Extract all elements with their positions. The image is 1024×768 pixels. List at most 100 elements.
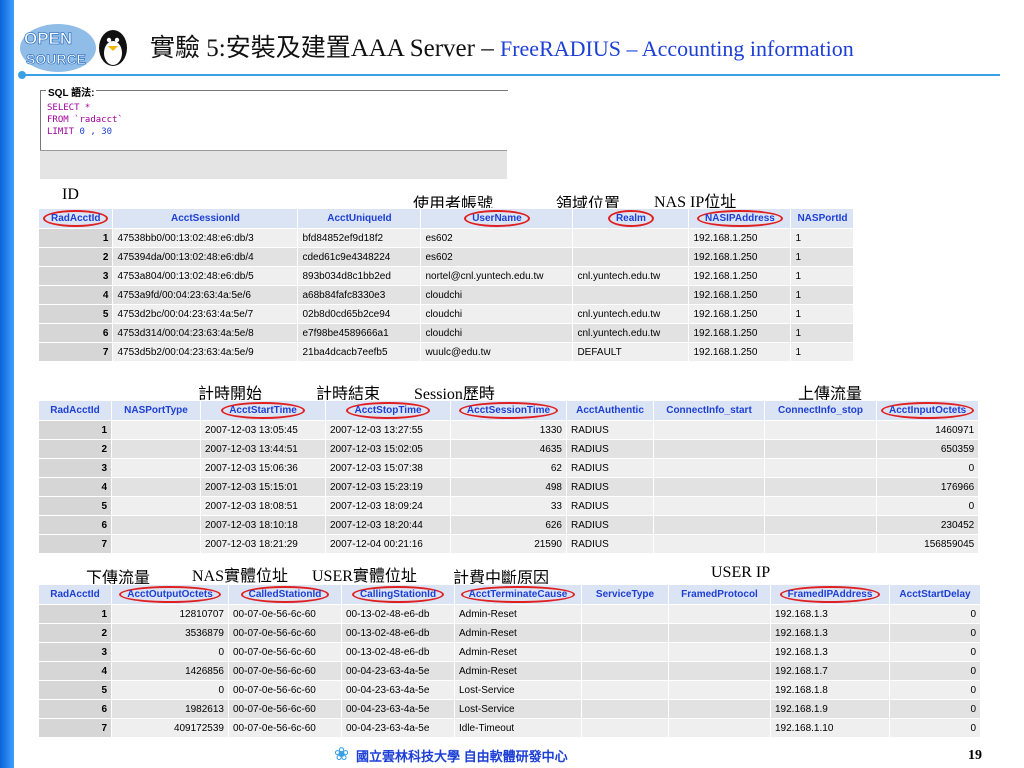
table-row: 1 47538bb0/00:13:02:48:e6:db/3 bfd84852ef9… [37,228,855,248]
cell-nasipaddress: 192.168.1.250 [688,266,792,286]
col-header-acctuniqueid[interactable]: AcctUniqueId [297,208,422,229]
cell-acctoutputoctets: 0 [111,680,229,700]
cell-framedprotocol [668,661,771,681]
cell-acctsessiontime: 498 [450,477,567,497]
cell-acctstartdelay: 0 [889,718,981,738]
cell-realm: cnl.yuntech.edu.tw [572,304,690,324]
col-header-acctstarttime[interactable]: AcctStartTime [200,400,326,421]
col-header-acctstartdelay[interactable]: AcctStartDelay [889,584,981,605]
col-header-radacctid[interactable]: RadAcctId [37,208,114,229]
cell-acctinputoctets: 0 [875,496,980,516]
sql-line-2: FROM `radacct` [47,115,123,125]
snowflake-icon: ❀ [334,744,350,764]
col-header-calledstationid[interactable]: CalledStationId [228,584,342,605]
sql-limit-keyword: LIMIT [47,127,80,137]
table-row: 7 2007-12-03 18:21:29 2007-12-04 00:21:16 2… [38,534,980,554]
title-divider [18,71,1000,79]
col-header-label: FramedProtocol [681,589,758,600]
cell-connectinfo-start [653,496,765,516]
cell-calledstationid: 00-07-0e-56-6c-60 [228,680,342,700]
cell-acctstoptime: 2007-12-03 15:23:19 [325,477,451,497]
col-header-nasportid[interactable]: NASPortId [790,208,855,229]
col-header-connectinfo-start[interactable]: ConnectInfo_start [653,400,765,421]
table-row: 3 4753a804/00:13:02:48:e6:db/5 893b034d8c1… [37,266,855,286]
cell-connectinfo-stop [764,439,877,459]
sql-result-bar [40,150,507,179]
table-row: 5 2007-12-03 18:08:51 2007-12-03 18:09:24 3… [38,496,980,516]
cell-acctsessionid: 4753d314/00:04:23:63:4a:5e/8 [112,323,299,343]
col-header-connectinfo-stop[interactable]: ConnectInfo_stop [764,400,877,421]
col-header-acctstoptime[interactable]: AcctStopTime [325,400,451,421]
col-header-label: AcctSessionTime [458,402,559,419]
col-header-acctinputoctets[interactable]: AcctInputOctets [875,400,980,421]
footer: ❀ 國立雲林科技大學 自由軟體研發中心 19 [0,744,1024,768]
cell-connectinfo-stop [764,496,877,516]
cell-acctoutputoctets: 1982613 [111,699,229,719]
col-header-acctsessionid[interactable]: AcctSessionId [112,208,299,229]
col-header-nasporttype[interactable]: NASPortType [111,400,201,421]
cell-callingstationid: 00-04-23-63-4a-5e [341,699,455,719]
cell-radacctid: 1 [38,604,112,624]
open-source-logo: OPEN SOURCE [20,24,127,72]
cell-acctinputoctets: 0 [875,458,980,478]
cell-framedprotocol [668,604,771,624]
cell-nasipaddress: 192.168.1.250 [688,285,792,305]
cell-acctstoptime: 2007-12-04 00:21:16 [325,534,451,554]
col-header-radacctid[interactable]: RadAcctId [38,400,112,421]
col-header-radacctid[interactable]: RadAcctId [38,584,112,605]
sql-line-1: SELECT * [47,103,91,113]
cell-acctsessionid: 4753a804/00:13:02:48:e6:db/5 [112,266,299,286]
col-header-acctauthentic[interactable]: AcctAuthentic [566,400,654,421]
cell-framedipaddress: 192.168.1.3 [770,642,890,662]
col-header-acctoutputoctets[interactable]: AcctOutputOctets [111,584,229,605]
cell-acctstartdelay: 0 [889,604,981,624]
col-header-label: CalledStationId [240,586,330,603]
cell-radacctid: 1 [38,420,112,440]
cell-acctuniqueid: a68b84fafc8330e3 [297,285,422,305]
title-divider-dot [18,71,26,79]
cell-radacctid: 7 [37,342,114,362]
cell-acctterminatecause: Lost-Service [454,680,582,700]
cell-acctsessiontime: 21590 [450,534,567,554]
cell-acctuniqueid: cded61c9e4348224 [297,247,422,267]
sql-code[interactable]: SELECT * FROM `radacct` LIMIT 0 , 30 [47,102,123,138]
cell-framedprotocol [668,699,771,719]
cell-callingstationid: 00-04-23-63-4a-5e [341,680,455,700]
radacct-table-3: RadAcctId AcctOutputOctets CalledStationId… [38,584,981,738]
cell-nasportid: 1 [790,266,855,286]
footer-org: 國立雲林科技大學 自由軟體研發中心 [356,749,568,764]
table-row: 3 0 00-07-0e-56-6c-60 00-13-02-48-e6-db Admi… [38,642,981,662]
col-header-label: NASPortType [124,405,188,416]
cell-radacctid: 3 [38,458,112,478]
col-header-acctsessiontime[interactable]: AcctSessionTime [450,400,567,421]
col-header-label: ConnectInfo_stop [778,405,863,416]
col-header-nasipaddress[interactable]: NASIPAddress [688,208,792,229]
cell-realm: DEFAULT [572,342,690,362]
cell-acctsessiontime: 1330 [450,420,567,440]
cell-radacctid: 3 [38,642,112,662]
cell-callingstationid: 00-13-02-48-e6-db [341,642,455,662]
cell-servicetype [581,718,669,738]
cell-calledstationid: 00-07-0e-56-6c-60 [228,718,342,738]
col-header-acctterminatecause[interactable]: AcctTerminateCause [454,584,582,605]
col-header-callingstationid[interactable]: CallingStationId [341,584,455,605]
cell-radacctid: 1 [37,228,114,248]
cell-acctsessionid: 4753d5b2/00:04:23:63:4a:5e/9 [112,342,299,362]
cell-nasporttype [111,420,201,440]
col-header-label: AcctUniqueId [327,213,392,224]
cell-username: cloudchi [420,285,574,305]
cell-framedprotocol [668,642,771,662]
cell-acctinputoctets: 650359 [875,439,980,459]
col-header-username[interactable]: UserName [420,208,574,229]
table-row: 3 2007-12-03 15:06:36 2007-12-03 15:07:38 6… [38,458,980,478]
col-header-framedprotocol[interactable]: FramedProtocol [668,584,771,605]
svg-text:SOURCE: SOURCE [26,51,86,67]
col-header-label: Realm [607,210,654,227]
sql-line-3: LIMIT 0 , 30 [47,126,123,138]
table-row: 2 3536879 00-07-0e-56-6c-60 00-13-02-48-e6-… [38,623,981,643]
col-header-servicetype[interactable]: ServiceType [581,584,669,605]
col-header-framedipaddress[interactable]: FramedIPAddress [770,584,890,605]
cell-radacctid: 7 [38,718,112,738]
cell-nasportid: 1 [790,228,855,248]
col-header-realm[interactable]: Realm [572,208,690,229]
